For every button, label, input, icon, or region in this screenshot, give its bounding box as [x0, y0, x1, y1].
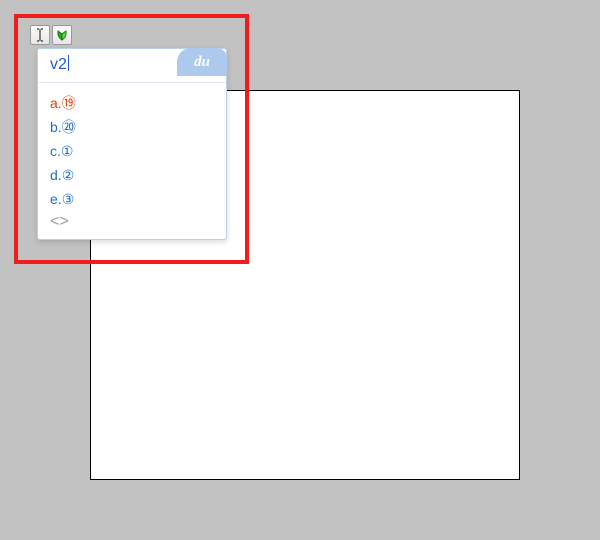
ime-candidate-item[interactable]: d.②	[50, 163, 214, 187]
ime-composition-value: v2	[50, 56, 67, 73]
text-cursor-tool[interactable]	[30, 25, 50, 45]
ime-candidate-value: ①	[61, 143, 74, 159]
ime-candidate-value: ③	[62, 191, 75, 207]
ime-composition-text[interactable]: v2	[50, 55, 69, 74]
ime-candidate-item[interactable]: e.③	[50, 187, 214, 211]
ime-candidate-key: c.	[50, 143, 61, 159]
ime-candidate-list: a.⑲ b.⑳ c.① d.② e.③ <>	[38, 83, 226, 239]
ime-input-row: du v2	[38, 49, 226, 83]
ime-candidate-key: a.	[50, 95, 62, 111]
ime-candidate-item[interactable]: b.⑳	[50, 115, 214, 139]
ime-candidate-key: d.	[50, 167, 62, 183]
text-cursor-icon	[35, 28, 45, 42]
ime-more-toggle[interactable]: <>	[50, 211, 214, 233]
ime-candidate-value: ⑲	[62, 95, 76, 111]
ime-more-label: <>	[50, 213, 69, 230]
ime-brand-label: du	[194, 54, 210, 71]
insert-arrow-icon	[55, 28, 69, 42]
ime-candidate-item[interactable]: c.①	[50, 139, 214, 163]
ime-candidate-key: b.	[50, 119, 62, 135]
ime-candidate-value: ⑳	[62, 119, 76, 135]
floating-toolbar	[30, 25, 72, 45]
ime-caret	[68, 55, 69, 71]
insert-arrow-tool[interactable]	[52, 25, 72, 45]
ime-candidate-popup: du v2 a.⑲ b.⑳ c.① d.② e.③ <>	[37, 48, 227, 240]
ime-candidate-item[interactable]: a.⑲	[50, 91, 214, 115]
ime-brand-tab: du	[177, 48, 227, 76]
ime-candidate-value: ②	[62, 167, 75, 183]
ime-candidate-key: e.	[50, 191, 62, 207]
